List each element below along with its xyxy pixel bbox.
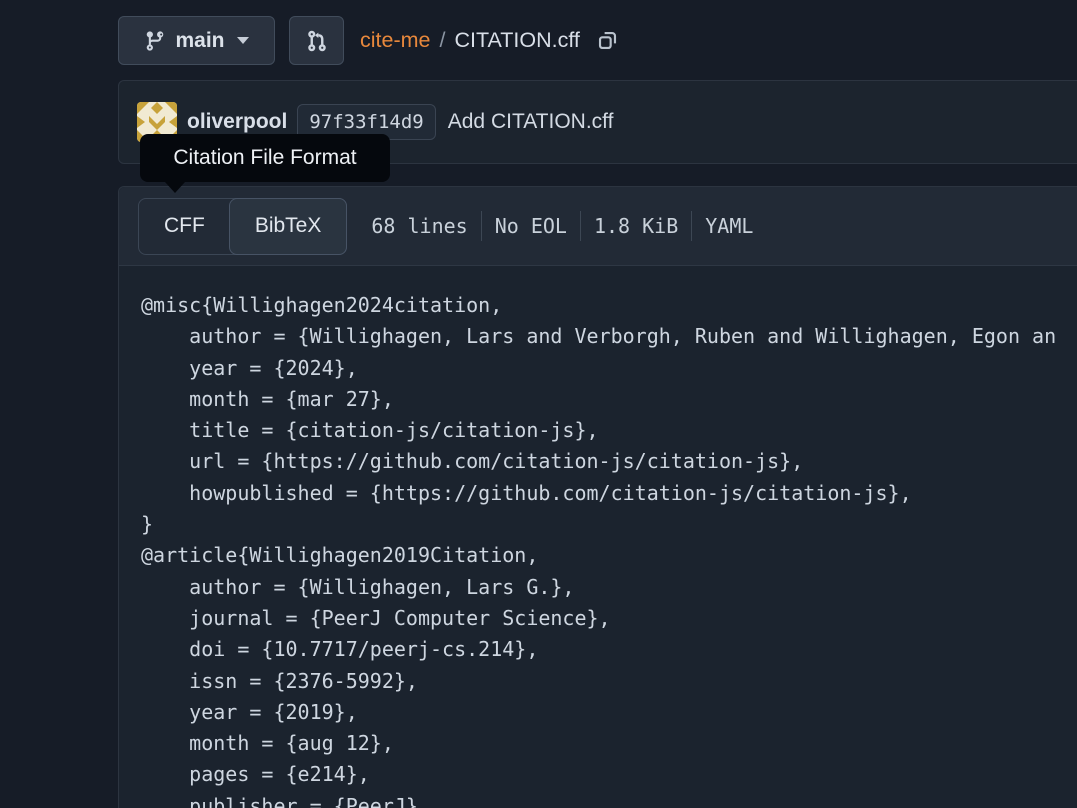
branch-select-button[interactable]: main	[118, 16, 275, 65]
file-meta-info: 68 lines No EOL 1.8 KiB YAML	[371, 211, 753, 241]
current-branch-label: main	[175, 29, 224, 53]
copy-icon	[596, 29, 619, 52]
copy-path-button[interactable]	[596, 29, 619, 52]
code-content[interactable]: @misc{Willighagen2024citation, author = …	[141, 290, 1077, 808]
breadcrumb: cite-me / CITATION.cff	[360, 28, 619, 53]
repo-file-page: main cite-me / CITATION.cff	[118, 0, 1077, 808]
file-meta-item: 1.8 KiB	[567, 211, 678, 241]
chevron-down-icon	[237, 37, 249, 44]
file-meta-item: 68 lines	[371, 214, 467, 238]
tooltip-text: Citation File Format	[173, 146, 356, 170]
tooltip-citation-file-format: Citation File Format	[140, 134, 390, 182]
breadcrumb-repo-link[interactable]: cite-me	[360, 28, 430, 53]
commit-message[interactable]: Add CITATION.cff	[448, 110, 614, 134]
file-toolbar: main cite-me / CITATION.cff	[118, 16, 1077, 65]
git-branch-icon	[144, 30, 166, 52]
render-mode-tab[interactable]: BibTeX	[229, 198, 348, 255]
file-view-panel: CFF BibTeX 68 lines No EOL 1.8 KiB YAML …	[118, 186, 1077, 808]
file-meta-item: YAML	[678, 211, 753, 241]
breadcrumb-file-name: CITATION.cff	[454, 28, 579, 53]
breadcrumb-separator: /	[439, 28, 445, 53]
commit-author-link[interactable]: oliverpool	[187, 110, 287, 134]
file-header: CFF BibTeX 68 lines No EOL 1.8 KiB YAML	[119, 187, 1077, 266]
compare-branches-button[interactable]	[289, 16, 344, 65]
git-compare-icon	[305, 29, 329, 53]
code-pane: @misc{Willighagen2024citation, author = …	[119, 266, 1077, 808]
file-meta-item: No EOL	[468, 211, 567, 241]
render-mode-tabs: CFF BibTeX	[138, 198, 347, 255]
render-mode-tab[interactable]: CFF	[139, 199, 230, 254]
